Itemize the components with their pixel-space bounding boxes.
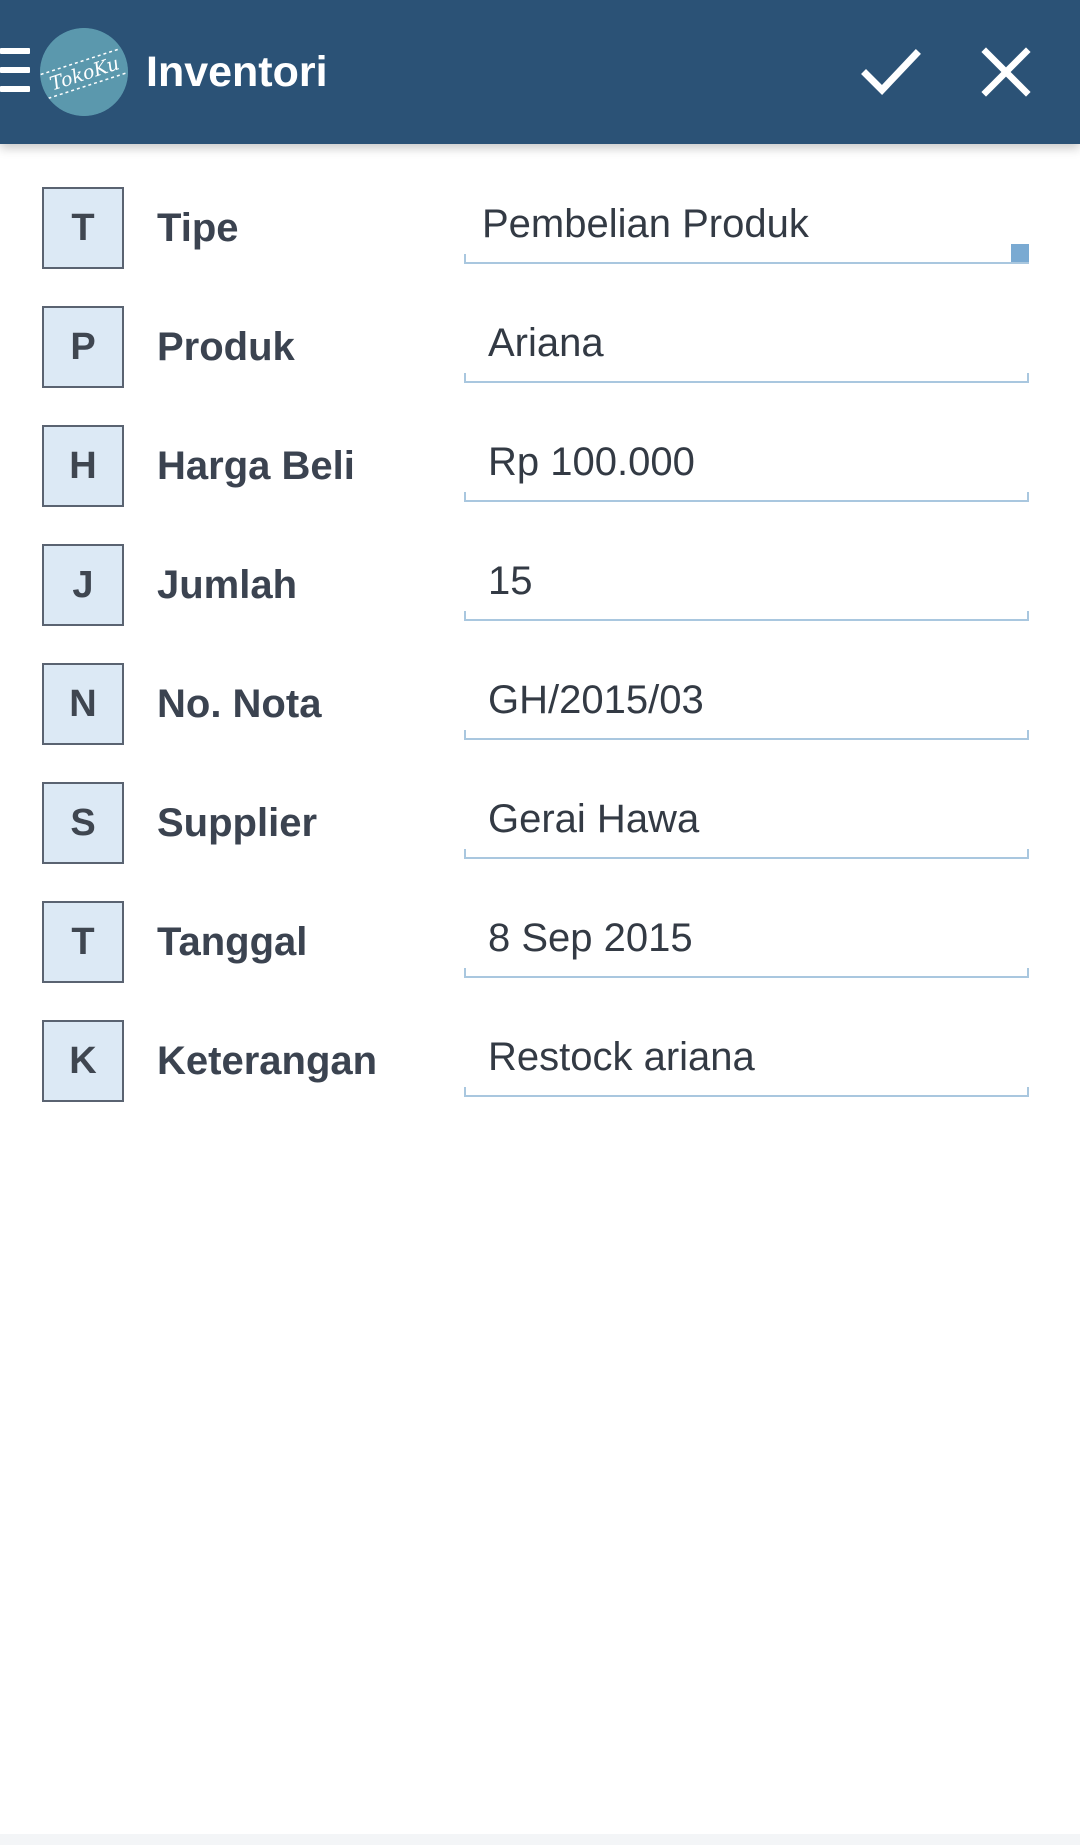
form-row-jumlah: J Jumlah 15 (0, 501, 1080, 626)
bottom-edge (0, 1834, 1080, 1845)
field-letter-badge: P (42, 306, 124, 388)
supplier-value: Gerai Hawa (488, 797, 700, 841)
field-label-tipe: Tipe (157, 206, 239, 250)
tanggal-input[interactable]: 8 Sep 2015 (464, 904, 1029, 978)
menu-line-3 (0, 86, 30, 92)
tipe-dropdown[interactable]: Pembelian Produk (464, 190, 1029, 264)
form-row-tanggal: T Tanggal 8 Sep 2015 (0, 858, 1080, 983)
field-letter-badge: N (42, 663, 124, 745)
field-label-keterangan: Keterangan (157, 1039, 378, 1083)
field-label-no-nota: No. Nota (157, 682, 322, 726)
logo-graphic: TokoKu (40, 28, 128, 116)
dropdown-corner-icon (1011, 244, 1029, 262)
form-row-produk: P Produk Ariana (0, 263, 1080, 388)
produk-value: Ariana (488, 321, 604, 365)
form-row-keterangan: K Keterangan Restock ariana (0, 977, 1080, 1102)
field-label-jumlah: Jumlah (157, 563, 298, 607)
form-row-supplier: S Supplier Gerai Hawa (0, 739, 1080, 864)
supplier-input[interactable]: Gerai Hawa (464, 785, 1029, 859)
form-row-tipe: T Tipe Pembelian Produk (0, 144, 1080, 269)
inventory-form: T Tipe Pembelian Produk P Produk Ariana … (0, 144, 1080, 1834)
close-icon[interactable] (970, 36, 1042, 108)
field-label-tanggal: Tanggal (157, 920, 308, 964)
tipe-value: Pembelian Produk (482, 202, 809, 246)
keterangan-input[interactable]: Restock ariana (464, 1023, 1029, 1097)
menu-line-2 (0, 67, 30, 73)
field-label-produk: Produk (157, 325, 295, 369)
field-label-harga-beli: Harga Beli (157, 444, 355, 488)
field-letter-badge: H (42, 425, 124, 507)
keterangan-value: Restock ariana (488, 1035, 755, 1079)
hamburger-menu-icon[interactable] (0, 48, 30, 92)
produk-input[interactable]: Ariana (464, 309, 1029, 383)
jumlah-value: 15 (488, 559, 533, 603)
field-letter-badge: K (42, 1020, 124, 1102)
form-row-harga-beli: H Harga Beli Rp 100.000 (0, 382, 1080, 507)
app-bar: TokoKu Inventori (0, 0, 1080, 144)
check-icon[interactable] (854, 36, 926, 108)
no-nota-input[interactable]: GH/2015/03 (464, 666, 1029, 740)
harga-beli-input[interactable]: Rp 100.000 (464, 428, 1029, 502)
field-letter-badge: T (42, 187, 124, 269)
field-letter-badge: J (42, 544, 124, 626)
field-label-supplier: Supplier (157, 801, 318, 845)
field-letter-badge: T (42, 901, 124, 983)
field-letter-badge: S (42, 782, 124, 864)
jumlah-input[interactable]: 15 (464, 547, 1029, 621)
page-title: Inventori (146, 48, 328, 96)
tanggal-value: 8 Sep 2015 (488, 916, 693, 960)
form-row-no-nota: N No. Nota GH/2015/03 (0, 620, 1080, 745)
no-nota-value: GH/2015/03 (488, 678, 704, 722)
menu-line-1 (0, 48, 30, 54)
harga-beli-value: Rp 100.000 (488, 440, 695, 484)
app-logo: TokoKu (40, 28, 128, 116)
